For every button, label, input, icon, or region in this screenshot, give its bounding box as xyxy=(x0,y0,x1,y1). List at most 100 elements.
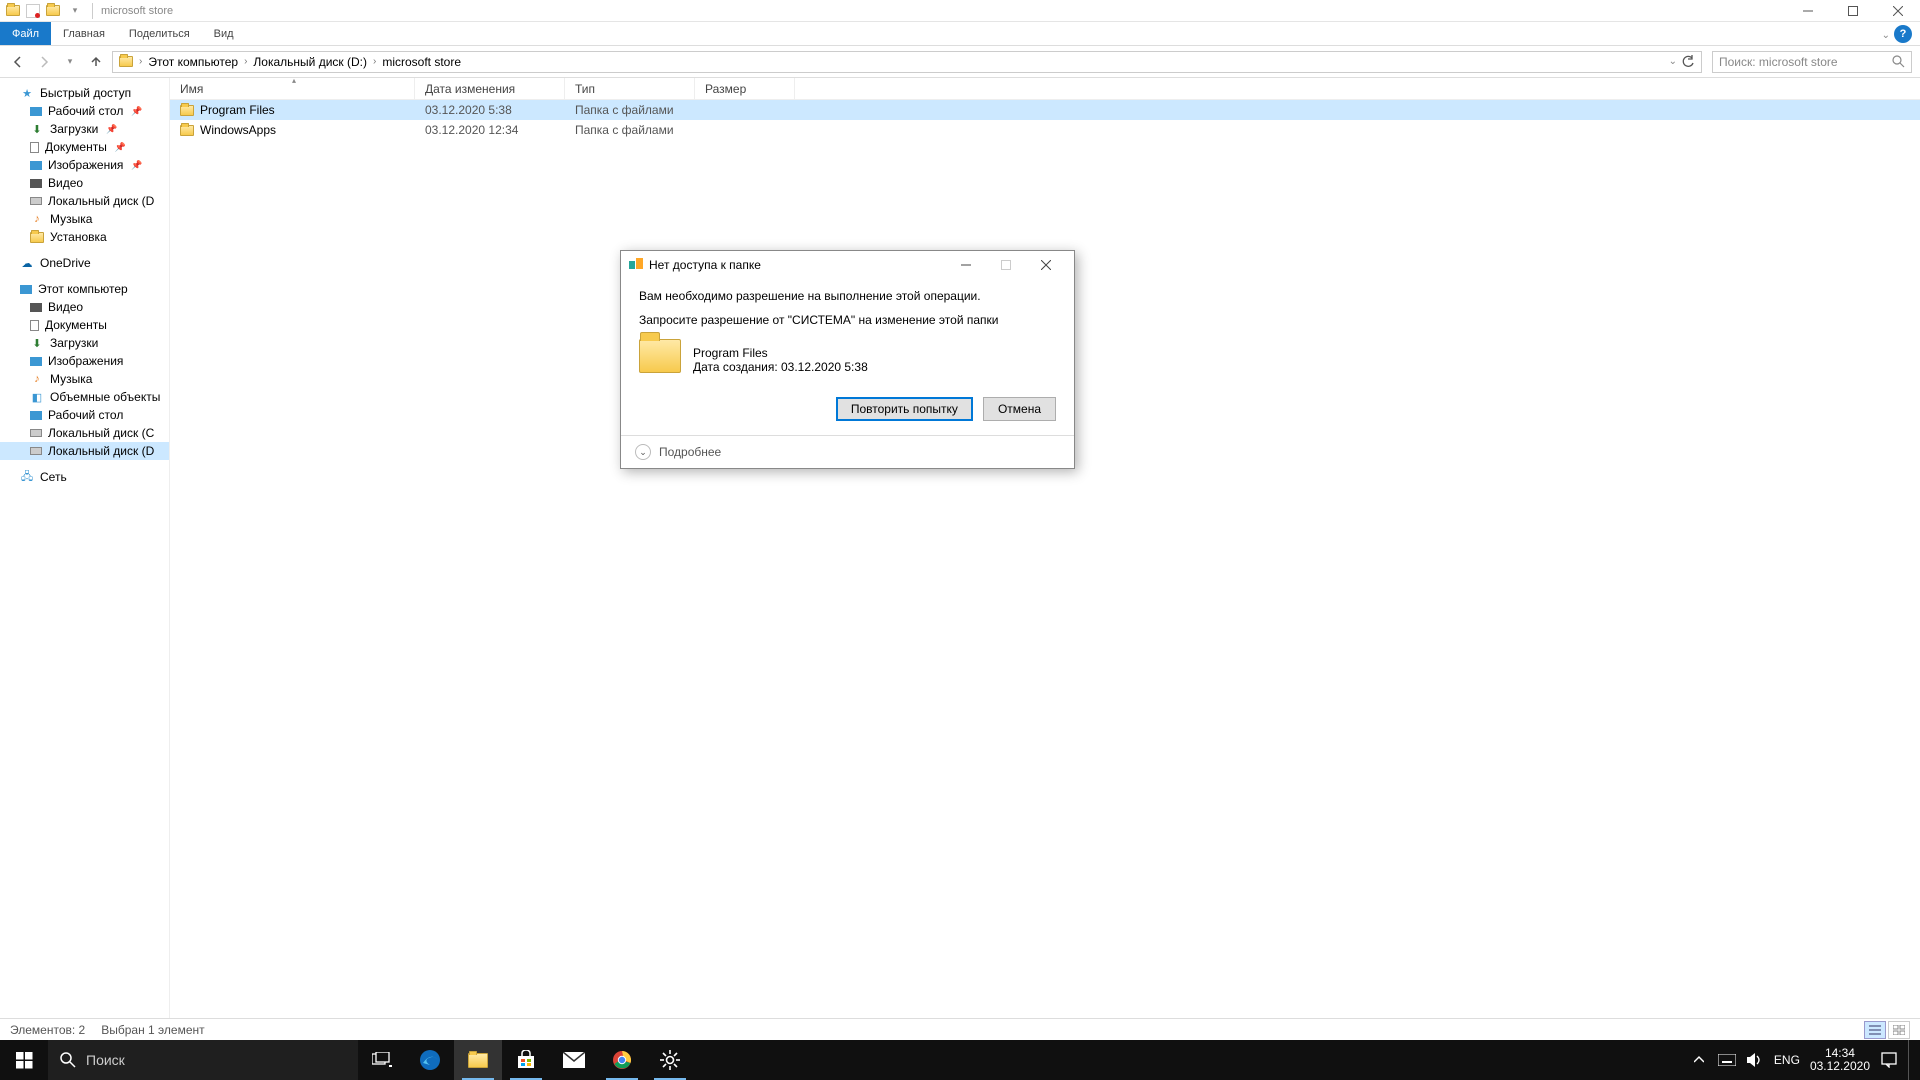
taskbar: Поиск ENG 14:34 03.12.2020 xyxy=(0,1040,1920,1080)
taskbar-explorer[interactable] xyxy=(454,1040,502,1080)
tray-clock[interactable]: 14:34 03.12.2020 xyxy=(1810,1047,1870,1073)
dialog-close-button[interactable] xyxy=(1026,253,1066,277)
show-desktop-button[interactable] xyxy=(1908,1040,1914,1080)
tree-pc-documents[interactable]: Документы xyxy=(0,316,169,334)
tree-label: Установка xyxy=(50,230,107,244)
tree-install[interactable]: Установка xyxy=(0,228,169,246)
taskbar-edge[interactable] xyxy=(406,1040,454,1080)
cancel-button[interactable]: Отмена xyxy=(983,397,1056,421)
tree-label: Сеть xyxy=(40,470,67,484)
tree-this-pc[interactable]: Этот компьютер xyxy=(0,280,169,298)
minimize-button[interactable] xyxy=(1785,0,1830,22)
tree-pictures[interactable]: Изображения📌 xyxy=(0,156,169,174)
tray-language[interactable]: ENG xyxy=(1774,1053,1800,1067)
qat-newfolder-icon[interactable] xyxy=(44,2,62,20)
chevron-right-icon[interactable]: › xyxy=(137,56,144,67)
tree-label: Локальный диск (D xyxy=(48,444,154,458)
pictures-icon xyxy=(30,357,42,366)
search-input[interactable]: Поиск: microsoft store xyxy=(1712,51,1912,73)
dialog-message-1: Вам необходимо разрешение на выполнение … xyxy=(639,289,1056,303)
chevron-down-icon: ⌄ xyxy=(635,444,651,460)
tree-pc-drive-d[interactable]: Локальный диск (D xyxy=(0,442,169,460)
tree-quick-access[interactable]: ★Быстрый доступ xyxy=(0,84,169,102)
search-placeholder: Поиск: microsoft store xyxy=(1719,55,1838,69)
chevron-right-icon[interactable]: › xyxy=(371,56,378,67)
col-size[interactable]: Размер xyxy=(695,78,795,99)
file-name: WindowsApps xyxy=(200,123,276,137)
dialog-minimize-button[interactable] xyxy=(946,253,986,277)
nav-back-button[interactable] xyxy=(8,52,28,72)
drive-icon xyxy=(30,429,42,437)
nav-forward-button[interactable] xyxy=(34,52,54,72)
taskbar-chrome[interactable] xyxy=(598,1040,646,1080)
qat-dropdown-icon[interactable]: ▾ xyxy=(66,2,84,20)
file-row[interactable]: Program Files 03.12.2020 5:38 Папка с фа… xyxy=(170,100,1920,120)
nav-recent-dropdown[interactable]: ▾ xyxy=(60,52,80,72)
nav-up-button[interactable] xyxy=(86,52,106,72)
taskbar-settings[interactable] xyxy=(646,1040,694,1080)
view-icons-button[interactable] xyxy=(1888,1021,1910,1039)
tree-pc-videos[interactable]: Видео xyxy=(0,298,169,316)
tree-label: Музыка xyxy=(50,212,92,226)
tree-label: Видео xyxy=(48,300,83,314)
crumb-folder[interactable]: microsoft store xyxy=(378,55,465,69)
tree-pc-3d[interactable]: ◧Объемные объекты xyxy=(0,388,169,406)
close-button[interactable] xyxy=(1875,0,1920,22)
tree-pc-pictures[interactable]: Изображения xyxy=(0,352,169,370)
tree-videos[interactable]: Видео xyxy=(0,174,169,192)
address-bar[interactable]: › Этот компьютер › Локальный диск (D:) ›… xyxy=(112,51,1702,73)
col-name[interactable]: Имя▴ xyxy=(170,78,415,99)
taskbar-store[interactable] xyxy=(502,1040,550,1080)
tab-file[interactable]: Файл xyxy=(0,22,51,45)
help-icon[interactable]: ? xyxy=(1894,25,1912,43)
crumb-thispc[interactable]: Этот компьютер xyxy=(144,55,242,69)
tree-pc-drive-c[interactable]: Локальный диск (C xyxy=(0,424,169,442)
tray-keyboard-icon[interactable] xyxy=(1718,1054,1736,1066)
maximize-button[interactable] xyxy=(1830,0,1875,22)
address-dropdown-icon[interactable]: ⌄ xyxy=(1669,56,1677,67)
tray-volume-icon[interactable] xyxy=(1746,1053,1764,1067)
tree-drive-d-quick[interactable]: Локальный диск (D xyxy=(0,192,169,210)
taskbar-search[interactable]: Поиск xyxy=(48,1040,358,1080)
titlebar: ▾ microsoft store xyxy=(0,0,1920,22)
tab-home[interactable]: Главная xyxy=(51,22,117,45)
tree-documents[interactable]: Документы📌 xyxy=(0,138,169,156)
retry-button[interactable]: Повторить попытку xyxy=(836,397,973,421)
refresh-icon[interactable] xyxy=(1681,55,1695,69)
start-button[interactable] xyxy=(0,1040,48,1080)
task-view-button[interactable] xyxy=(358,1040,406,1080)
col-type[interactable]: Тип xyxy=(565,78,695,99)
tray-date: 03.12.2020 xyxy=(1810,1060,1870,1073)
navbar: ▾ › Этот компьютер › Локальный диск (D:)… xyxy=(0,46,1920,78)
address-root-icon[interactable] xyxy=(115,56,137,67)
tray-overflow-icon[interactable] xyxy=(1690,1055,1708,1065)
taskbar-mail[interactable] xyxy=(550,1040,598,1080)
tree-pc-music[interactable]: ♪Музыка xyxy=(0,370,169,388)
col-date[interactable]: Дата изменения xyxy=(415,78,565,99)
view-details-button[interactable] xyxy=(1864,1021,1886,1039)
dialog-more-toggle[interactable]: ⌄ Подробнее xyxy=(621,435,1074,468)
pin-icon: 📌 xyxy=(106,124,117,135)
tree-label: Загрузки xyxy=(50,336,98,350)
tray-notifications-icon[interactable] xyxy=(1880,1052,1898,1068)
download-icon: ⬇ xyxy=(30,336,44,350)
window-title: microsoft store xyxy=(101,5,173,17)
ribbon-expand-icon[interactable]: ⌄ xyxy=(1882,30,1890,41)
tab-view[interactable]: Вид xyxy=(202,22,246,45)
music-icon: ♪ xyxy=(30,212,44,226)
tree-music[interactable]: ♪ Музыка xyxy=(0,210,169,228)
cube-icon: ◧ xyxy=(30,390,44,404)
tree-label: Локальный диск (C xyxy=(48,426,154,440)
tree-pc-downloads[interactable]: ⬇ Загрузки xyxy=(0,334,169,352)
crumb-drive[interactable]: Локальный диск (D:) xyxy=(249,55,371,69)
tree-desktop[interactable]: Рабочий стол📌 xyxy=(0,102,169,120)
tree-pc-desktop[interactable]: Рабочий стол xyxy=(0,406,169,424)
qat-properties-icon[interactable] xyxy=(26,4,40,18)
tab-share[interactable]: Поделиться xyxy=(117,22,202,45)
tree-downloads[interactable]: ⬇Загрузки📌 xyxy=(0,120,169,138)
chevron-right-icon[interactable]: › xyxy=(242,56,249,67)
file-row[interactable]: WindowsApps 03.12.2020 12:34 Папка с фай… xyxy=(170,120,1920,140)
tree-onedrive[interactable]: ☁OneDrive xyxy=(0,254,169,272)
tree-network[interactable]: 🖧Сеть xyxy=(0,468,169,486)
dialog-titlebar[interactable]: Нет доступа к папке xyxy=(621,251,1074,279)
